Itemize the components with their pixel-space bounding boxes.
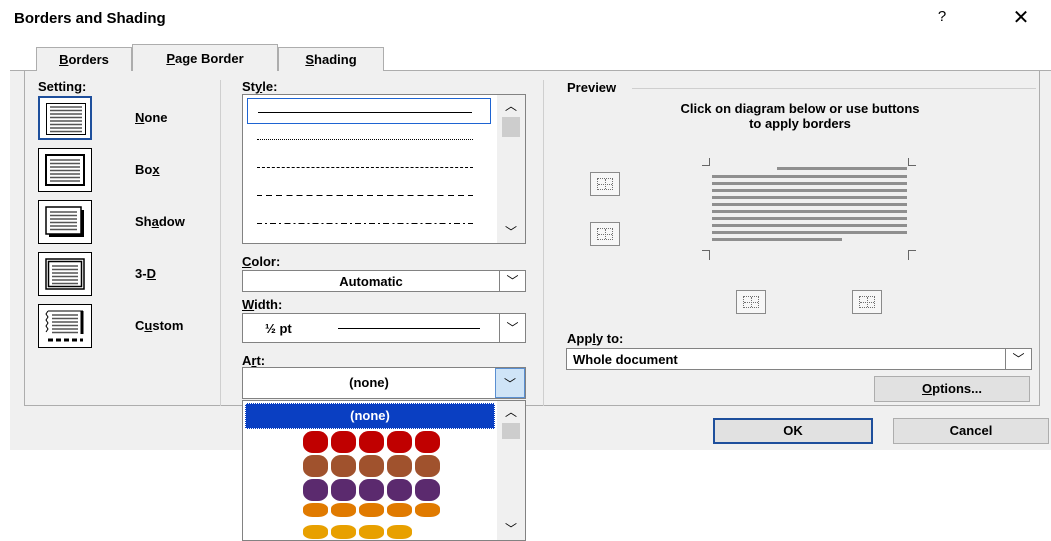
border-3d-icon (45, 258, 85, 290)
setting-none-button[interactable] (38, 96, 92, 140)
style-option-solid[interactable] (247, 98, 491, 124)
art-dropdown[interactable]: (none) ﹀ (242, 367, 526, 399)
border-top-button[interactable] (590, 172, 620, 196)
art-option-none[interactable]: (none) (245, 403, 495, 429)
border-custom-icon (45, 310, 84, 342)
tab-borders[interactable]: Borders (36, 47, 132, 71)
border-left-button[interactable] (736, 290, 766, 314)
art-option-candy-corn[interactable] (303, 503, 443, 525)
border-bottom-icon (597, 228, 613, 240)
setting-none-label: None (135, 110, 168, 125)
tab-shading-mnemonic: S (305, 52, 315, 67)
border-bottom-button[interactable] (590, 222, 620, 246)
setting-custom-label: Custom (135, 318, 184, 333)
art-scrollbar[interactable]: ︿ ﹀ (497, 401, 525, 540)
style-option-dash[interactable] (247, 182, 491, 208)
close-icon[interactable]: ✕ (1008, 6, 1034, 30)
style-label: Style: (242, 79, 278, 94)
tab-page-border[interactable]: Page Border (132, 44, 278, 71)
setting-label: Setting: (38, 79, 87, 94)
tab-page-border-mnemonic: P (166, 51, 176, 66)
chevron-down-icon[interactable]: ﹀ (495, 368, 525, 398)
tab-borders-label: orders (68, 52, 109, 67)
border-top-icon (597, 178, 613, 190)
preview-instruction-line-2: to apply borders (749, 116, 851, 131)
border-box-icon (45, 154, 85, 186)
setting-custom-button[interactable] (38, 304, 92, 348)
options-button[interactable]: Options... (874, 376, 1030, 402)
chevron-up-icon[interactable]: ︿ (502, 97, 520, 114)
art-option-candles[interactable] (303, 525, 443, 540)
preview-instructions: Click on diagram below or use buttons to… (600, 101, 1000, 131)
art-option-cake-slices[interactable] (303, 479, 443, 501)
preview-label: Preview (567, 80, 617, 95)
chevron-down-icon[interactable]: ﹀ (499, 314, 525, 342)
art-option-cakes[interactable] (303, 455, 443, 477)
color-label: Color: (242, 254, 281, 269)
apply-to-label: Apply to: (567, 331, 624, 346)
preview-divider (632, 88, 1036, 89)
border-right-button[interactable] (852, 290, 882, 314)
tab-page-border-label: age Border (175, 51, 244, 66)
style-list[interactable]: ︿ ﹀ (242, 94, 526, 244)
border-right-icon (859, 296, 875, 308)
setting-shadow-button[interactable] (38, 200, 92, 244)
border-none-icon (46, 103, 86, 135)
border-shadow-icon (45, 206, 84, 237)
tab-shading-label: hading (314, 52, 357, 67)
separator (543, 80, 544, 406)
apply-to-dropdown[interactable]: Whole document ﹀ (566, 348, 1032, 370)
ok-button[interactable]: OK (713, 418, 873, 444)
art-value: (none) (349, 375, 389, 390)
setting-box-button[interactable] (38, 148, 92, 192)
setting-3d-label: 3-D (135, 266, 156, 281)
window-title: Borders and Shading (14, 10, 166, 27)
style-option-small-dash[interactable] (247, 154, 491, 180)
chevron-down-icon[interactable]: ﹀ (502, 223, 520, 240)
style-option-dotted[interactable] (247, 126, 491, 152)
color-dropdown[interactable]: Automatic ﹀ (242, 270, 526, 292)
border-left-icon (743, 296, 759, 308)
chevron-down-icon[interactable]: ﹀ (502, 520, 520, 537)
setting-box-label: Box (135, 162, 160, 177)
preview-instruction-line-1: Click on diagram below or use buttons (680, 101, 920, 116)
style-option-dash-dot[interactable] (247, 210, 491, 236)
chevron-down-icon[interactable]: ﹀ (1005, 349, 1031, 369)
width-label: Width: (242, 297, 283, 312)
art-label: Art: (242, 353, 266, 368)
help-icon[interactable]: ? (930, 8, 954, 30)
width-value: ½ pt (265, 321, 292, 336)
style-scrollbar[interactable]: ︿ ﹀ (497, 95, 525, 243)
chevron-down-icon[interactable]: ﹀ (499, 271, 525, 291)
separator (220, 80, 221, 406)
apply-to-value: Whole document (573, 352, 678, 367)
cancel-button[interactable]: Cancel (893, 418, 1049, 444)
art-options-list[interactable]: (none) ︿ ﹀ (242, 400, 526, 541)
color-value: Automatic (339, 274, 403, 289)
width-preview-line (338, 328, 480, 329)
preview-diagram[interactable] (690, 150, 930, 270)
setting-3d-button[interactable] (38, 252, 92, 296)
setting-shadow-label: Shadow (135, 214, 185, 229)
tab-shading[interactable]: Shading (278, 47, 384, 71)
scroll-thumb[interactable] (502, 423, 520, 439)
art-option-apples[interactable] (303, 431, 443, 453)
width-dropdown[interactable]: ½ pt ﹀ (242, 313, 526, 343)
chevron-up-icon[interactable]: ︿ (502, 403, 520, 420)
scroll-thumb[interactable] (502, 117, 520, 137)
